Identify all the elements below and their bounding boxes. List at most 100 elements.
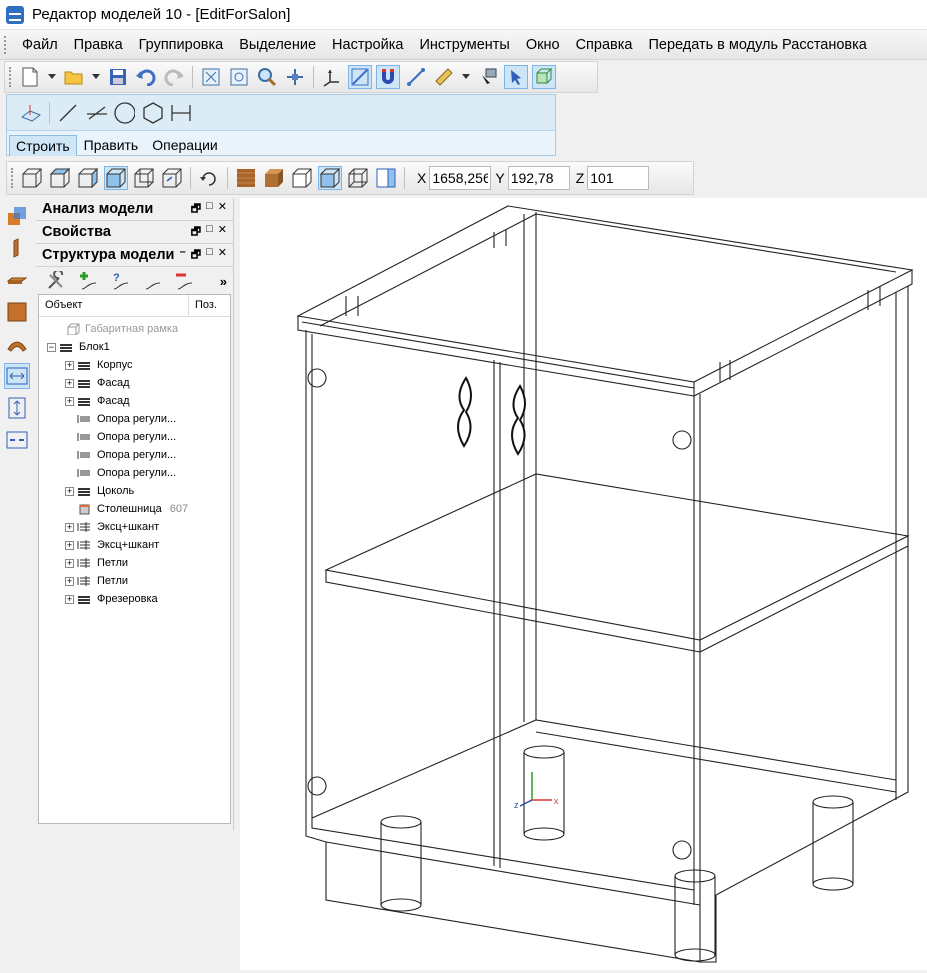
view-iso-icon[interactable] bbox=[104, 166, 128, 190]
undo-icon[interactable] bbox=[134, 65, 158, 89]
tab-edit[interactable]: Править bbox=[77, 134, 146, 156]
collapse-icon[interactable]: − bbox=[47, 342, 56, 352]
float-icon[interactable]: 🗗 bbox=[191, 246, 201, 265]
restore-icon[interactable]: □ bbox=[206, 246, 213, 265]
query-node-icon[interactable]: ? bbox=[108, 269, 132, 293]
tab-build[interactable]: Строить bbox=[9, 135, 77, 156]
restore-icon[interactable]: □ bbox=[206, 200, 213, 219]
tree-row-support[interactable]: Опора регули... bbox=[39, 446, 230, 464]
menu-grip[interactable] bbox=[4, 35, 8, 54]
tree-row-fastener[interactable]: + Эксц+шкант bbox=[39, 536, 230, 554]
zoom-window-icon[interactable] bbox=[227, 65, 251, 89]
expand-icon[interactable]: + bbox=[65, 360, 74, 370]
3d-viewport[interactable]: x z bbox=[240, 198, 927, 970]
measure-line-icon[interactable] bbox=[404, 65, 428, 89]
tree-row-milling[interactable]: + Фрезеровка bbox=[39, 590, 230, 608]
expand-icon[interactable]: + bbox=[65, 594, 74, 604]
expand-icon[interactable]: + bbox=[65, 558, 74, 568]
tree-row-plinth[interactable]: + Цоколь bbox=[39, 482, 230, 500]
ruler-icon[interactable] bbox=[432, 65, 456, 89]
column-position[interactable]: Поз. bbox=[189, 295, 223, 316]
link-node-icon[interactable] bbox=[140, 269, 164, 293]
structure-panel-header[interactable]: Структура модели – 🗗 □ ✕ bbox=[36, 244, 233, 267]
curved-panel-icon[interactable] bbox=[4, 331, 30, 357]
view-side-icon[interactable] bbox=[76, 166, 100, 190]
tree-row-fastener[interactable]: + Эксц+шкант bbox=[39, 518, 230, 536]
menu-help[interactable]: Справка bbox=[568, 37, 641, 53]
tree-row-body[interactable]: + Корпус bbox=[39, 356, 230, 374]
horizontal-panel-icon[interactable] bbox=[4, 267, 30, 293]
restore-icon[interactable]: □ bbox=[206, 223, 213, 242]
float-icon[interactable]: 🗗 bbox=[191, 223, 201, 242]
redo-icon[interactable] bbox=[162, 65, 186, 89]
expand-icon[interactable]: + bbox=[65, 522, 74, 532]
menu-settings[interactable]: Настройка bbox=[324, 37, 411, 53]
analysis-panel-header[interactable]: Анализ модели 🗗 □ ✕ bbox=[36, 198, 233, 221]
tree-row-hinges[interactable]: + Петли bbox=[39, 572, 230, 590]
expand-icon[interactable]: + bbox=[65, 378, 74, 388]
view-top-icon[interactable] bbox=[48, 166, 72, 190]
snap-line-icon[interactable] bbox=[348, 65, 372, 89]
render-texture-icon[interactable] bbox=[234, 166, 258, 190]
tree-row-support[interactable]: Опора регули... bbox=[39, 428, 230, 446]
save-icon[interactable] bbox=[106, 65, 130, 89]
new-dropdown-icon[interactable] bbox=[46, 65, 58, 89]
column-object[interactable]: Объект bbox=[39, 295, 189, 316]
zoom-icon[interactable] bbox=[255, 65, 279, 89]
remove-node-icon[interactable] bbox=[172, 269, 196, 293]
fit-horizontal-icon[interactable] bbox=[4, 363, 30, 389]
zoom-fit-icon[interactable] bbox=[199, 65, 223, 89]
menu-file[interactable]: Файл bbox=[14, 37, 66, 53]
tree-row-block[interactable]: − Блок1 bbox=[39, 338, 230, 356]
menu-grouping[interactable]: Группировка bbox=[131, 37, 232, 53]
open-folder-icon[interactable] bbox=[62, 65, 86, 89]
tree-row-support[interactable]: Опора регули... bbox=[39, 464, 230, 482]
render-hidden-icon[interactable] bbox=[290, 166, 314, 190]
view-back-icon[interactable] bbox=[132, 166, 156, 190]
close-icon[interactable]: ✕ bbox=[218, 246, 227, 265]
tree-row-facade[interactable]: + Фасад bbox=[39, 374, 230, 392]
tree-row-support[interactable]: Опора регули... bbox=[39, 410, 230, 428]
magnet-icon[interactable] bbox=[376, 65, 400, 89]
front-panel-icon[interactable] bbox=[4, 299, 30, 325]
render-solid-icon[interactable] bbox=[262, 166, 286, 190]
ruler-dropdown-icon[interactable] bbox=[460, 65, 472, 89]
panel-layout-icon[interactable] bbox=[374, 166, 398, 190]
more-tools-icon[interactable]: » bbox=[220, 274, 233, 289]
tree-row-countertop[interactable]: Столешница 607 bbox=[39, 500, 230, 518]
tree-row-hinges[interactable]: + Петли bbox=[39, 554, 230, 572]
distribute-icon[interactable] bbox=[4, 427, 30, 453]
polygon-tool-icon[interactable] bbox=[140, 101, 164, 125]
add-node-icon[interactable] bbox=[76, 269, 100, 293]
close-icon[interactable]: ✕ bbox=[218, 200, 227, 219]
expand-icon[interactable]: + bbox=[65, 396, 74, 406]
axes-icon[interactable] bbox=[320, 65, 344, 89]
z-coordinate-field[interactable] bbox=[587, 166, 650, 190]
tree-row-frame[interactable]: Габаритная рамка bbox=[39, 320, 230, 338]
open-dropdown-icon[interactable] bbox=[90, 65, 102, 89]
menu-edit[interactable]: Правка bbox=[66, 37, 131, 53]
panel-tool-icon[interactable] bbox=[4, 203, 30, 229]
plane-icon[interactable] bbox=[19, 101, 43, 125]
menu-send-to-layout[interactable]: Передать в модуль Расстановка bbox=[640, 37, 874, 53]
select-objects-icon[interactable] bbox=[476, 65, 500, 89]
view-rotate-cube-icon[interactable] bbox=[160, 166, 184, 190]
circle-tool-icon[interactable] bbox=[112, 101, 136, 125]
expand-icon[interactable]: + bbox=[65, 540, 74, 550]
close-icon[interactable]: ✕ bbox=[218, 223, 227, 242]
vertical-panel-icon[interactable] bbox=[4, 235, 30, 261]
y-coordinate-field[interactable] bbox=[507, 166, 570, 190]
menu-selection[interactable]: Выделение bbox=[231, 37, 324, 53]
line-tool-icon[interactable] bbox=[56, 101, 80, 125]
tab-operations[interactable]: Операции bbox=[145, 134, 225, 156]
render-wireframe-icon[interactable] bbox=[346, 166, 370, 190]
float-icon[interactable]: 🗗 bbox=[191, 200, 201, 219]
tree-row-facade[interactable]: + Фасад bbox=[39, 392, 230, 410]
view-front-icon[interactable] bbox=[20, 166, 44, 190]
select-cursor-icon[interactable] bbox=[504, 65, 528, 89]
select-box-icon[interactable] bbox=[532, 65, 556, 89]
rotate-view-icon[interactable] bbox=[197, 166, 221, 190]
settings-tools-icon[interactable] bbox=[44, 269, 68, 293]
x-coordinate-field[interactable] bbox=[429, 166, 492, 190]
menu-tools[interactable]: Инструменты bbox=[411, 37, 517, 53]
